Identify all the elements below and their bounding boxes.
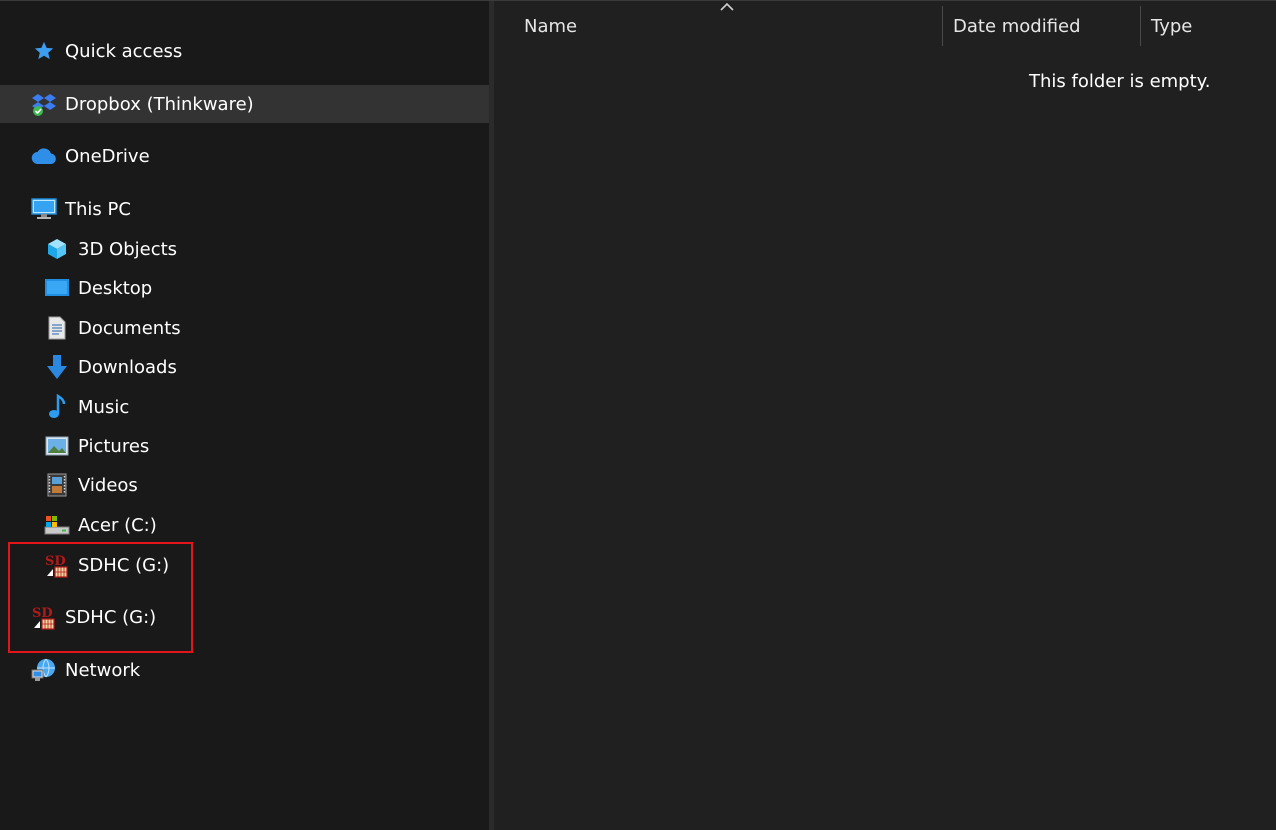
nav-label: Quick access — [65, 40, 183, 62]
desktop-icon — [43, 274, 71, 302]
nav-item-documents[interactable]: Documents — [43, 309, 181, 347]
file-explorer-window: Quick access Dropbox (Thinkware) OneDriv… — [0, 0, 1276, 830]
column-header-date-modified[interactable]: Date modified — [953, 6, 1081, 46]
nav-item-this-pc[interactable]: This PC — [30, 190, 131, 228]
download-arrow-icon — [43, 353, 71, 381]
music-note-icon — [43, 393, 71, 421]
nav-item-videos[interactable]: Videos — [43, 466, 138, 504]
nav-item-drive-g-root[interactable]: SD SDHC (G:) — [30, 598, 156, 636]
nav-item-downloads[interactable]: Downloads — [43, 348, 177, 386]
nav-item-quick-access[interactable]: Quick access — [30, 32, 182, 70]
dropbox-icon — [30, 90, 58, 118]
sort-ascending-icon[interactable] — [719, 0, 735, 13]
cloud-icon — [30, 142, 58, 170]
star-icon — [30, 37, 58, 65]
sd-card-icon: SD — [30, 603, 58, 631]
film-icon — [43, 471, 71, 499]
nav-label: Network — [65, 659, 141, 681]
nav-label: SDHC (G:) — [78, 554, 170, 576]
nav-label: OneDrive — [65, 145, 150, 167]
nav-label: Downloads — [78, 356, 177, 378]
picture-icon — [43, 432, 71, 460]
navigation-pane: Quick access Dropbox (Thinkware) OneDriv… — [0, 1, 489, 830]
nav-label: Videos — [78, 474, 138, 496]
nav-item-drive-c[interactable]: Acer (C:) — [43, 506, 157, 544]
nav-label: Acer (C:) — [78, 514, 157, 536]
column-separator[interactable] — [1140, 6, 1141, 46]
nav-item-onedrive[interactable]: OneDrive — [30, 137, 150, 175]
nav-label: SDHC (G:) — [65, 606, 157, 628]
column-header-name[interactable]: Name — [524, 6, 577, 46]
nav-item-pictures[interactable]: Pictures — [43, 427, 149, 465]
nav-label: Dropbox (Thinkware) — [65, 93, 254, 115]
network-icon — [30, 656, 58, 684]
nav-label: Documents — [78, 317, 181, 339]
nav-item-drive-g-child[interactable]: SD SDHC (G:) — [43, 546, 169, 584]
column-header-type[interactable]: Type — [1151, 6, 1192, 46]
nav-label: Music — [78, 396, 130, 418]
cube-icon — [43, 235, 71, 263]
nav-label: 3D Objects — [78, 238, 178, 260]
column-separator[interactable] — [942, 6, 943, 46]
document-icon — [43, 314, 71, 342]
nav-item-desktop[interactable]: Desktop — [43, 269, 152, 307]
computer-icon — [30, 195, 58, 223]
empty-folder-message: This folder is empty. — [1029, 71, 1211, 92]
nav-item-dropbox[interactable]: Dropbox (Thinkware) — [0, 85, 489, 123]
drive-icon — [43, 511, 71, 539]
sd-card-icon: SD — [43, 551, 71, 579]
nav-item-music[interactable]: Music — [43, 388, 129, 426]
nav-label: Desktop — [78, 277, 153, 299]
nav-item-network[interactable]: Network — [30, 651, 140, 689]
nav-item-3d-objects[interactable]: 3D Objects — [43, 230, 177, 268]
nav-label: This PC — [65, 198, 131, 220]
content-pane: Name Date modified Type This folder is e… — [494, 1, 1276, 830]
nav-label: Pictures — [78, 435, 150, 457]
